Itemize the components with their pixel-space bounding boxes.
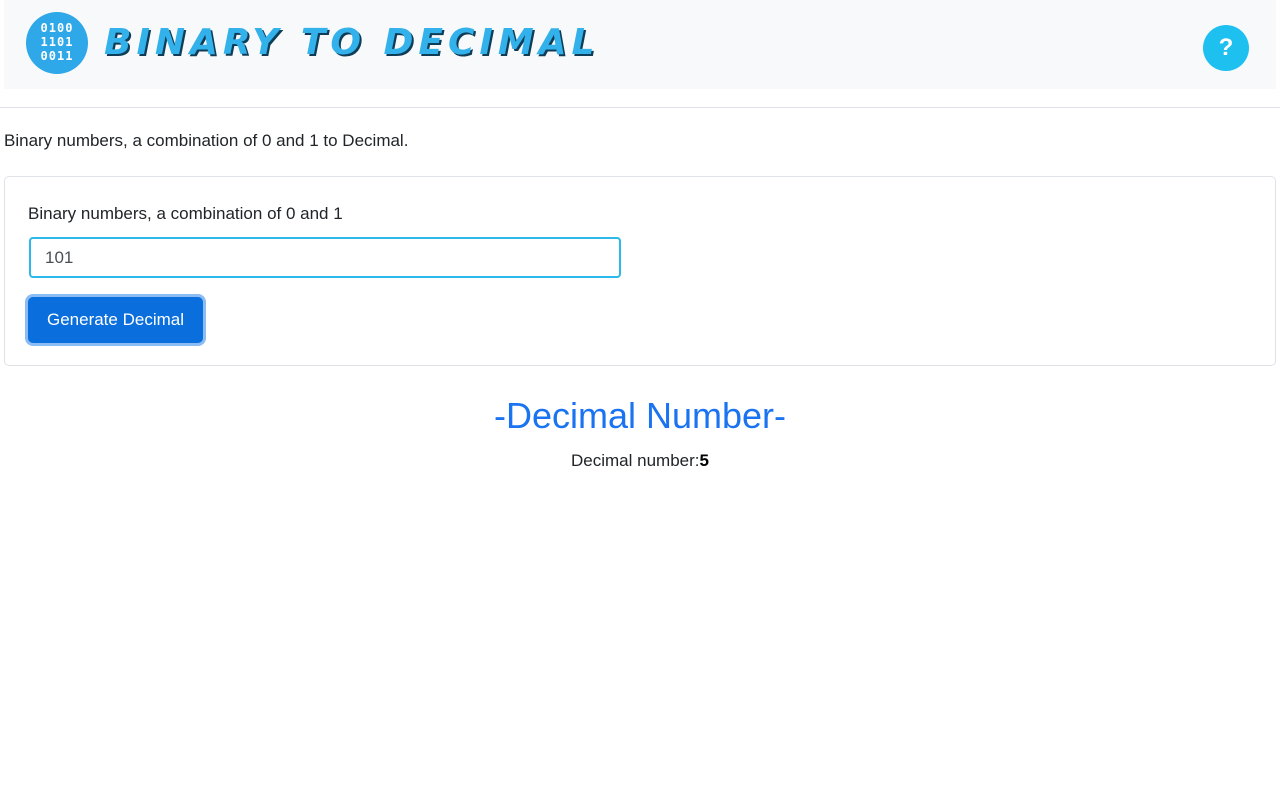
app-header: 0100 1101 0011 BINARY TO DECIMAL ?	[4, 0, 1276, 89]
result-value: 5	[699, 451, 709, 470]
converter-card: Binary numbers, a combination of 0 and 1…	[4, 176, 1276, 366]
logo-digits-row: 0100	[40, 21, 74, 35]
result-heading: -Decimal Number-	[493, 395, 787, 436]
result-line: Decimal number:5	[0, 451, 1280, 471]
binary-logo-icon: 0100 1101 0011	[26, 12, 88, 74]
header-divider	[0, 107, 1280, 108]
generate-decimal-button[interactable]: Generate Decimal	[28, 297, 203, 343]
binary-input[interactable]	[29, 237, 621, 278]
intro-text: Binary numbers, a combination of 0 and 1…	[4, 131, 409, 150]
logo-digits-row: 0011	[40, 49, 74, 63]
binary-input-label: Binary numbers, a combination of 0 and 1	[28, 204, 343, 223]
help-button[interactable]: ?	[1203, 25, 1249, 71]
logo-digits-row: 1101	[40, 35, 74, 49]
result-label: Decimal number:	[571, 451, 700, 470]
app-title: BINARY TO DECIMAL	[104, 22, 600, 63]
